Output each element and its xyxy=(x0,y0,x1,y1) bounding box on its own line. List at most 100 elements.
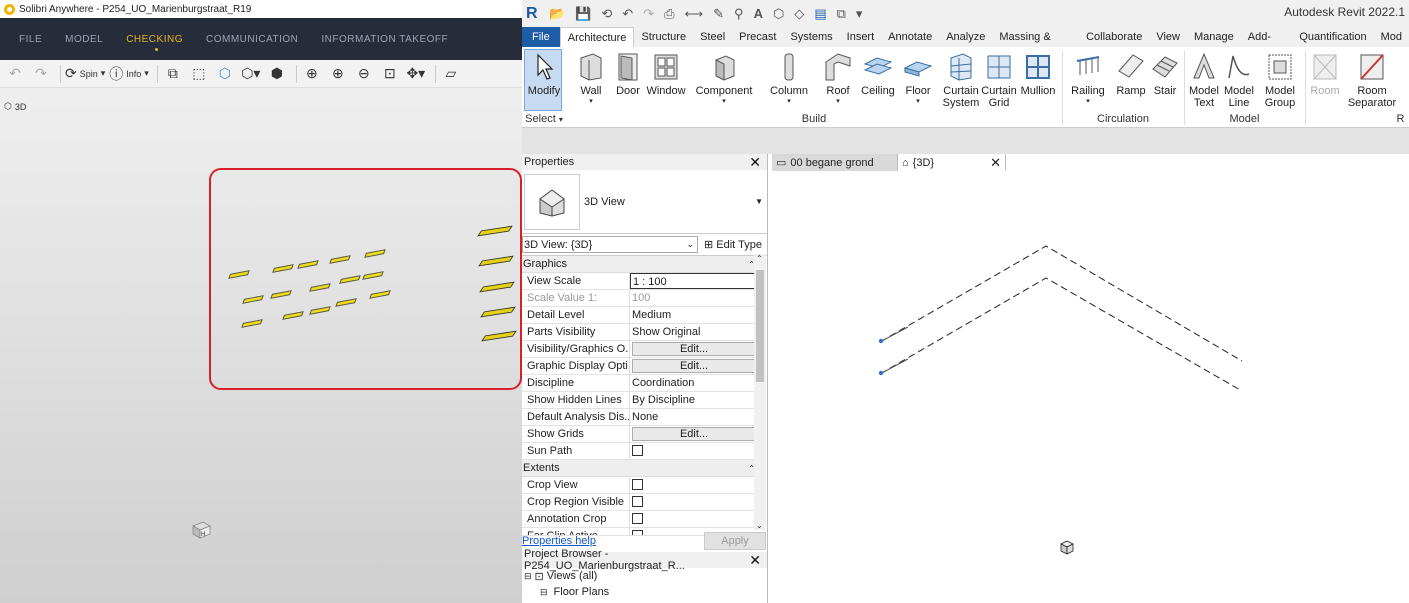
spin-button[interactable]: ⟳ Spin ▾ xyxy=(65,63,105,85)
undo-icon[interactable]: ↶ xyxy=(622,6,633,22)
isolate-icon[interactable]: ⬡ xyxy=(214,63,236,85)
menu-file[interactable]: FILE xyxy=(19,34,42,45)
tab-00-begane-grond[interactable]: ▭ 00 begane grond xyxy=(772,154,898,171)
collapse-tree-icon[interactable]: ⊟ xyxy=(540,587,548,598)
tab-massing-site[interactable]: Massing & Site xyxy=(992,27,1079,63)
parts-visibility-value[interactable]: Show Original xyxy=(630,324,758,340)
model-line-button[interactable]: Model Line xyxy=(1222,49,1256,109)
tab-precast[interactable]: Precast xyxy=(732,27,783,47)
measure-icon[interactable]: ⟷ xyxy=(685,6,704,22)
crop-view-checkbox[interactable] xyxy=(632,479,643,490)
stair-button[interactable]: Stair xyxy=(1150,49,1180,97)
crop-region-visible-checkbox[interactable] xyxy=(632,496,643,507)
view-scale-input[interactable]: 1 : 100 xyxy=(630,273,758,289)
ramp-button[interactable]: Ramp xyxy=(1114,49,1148,97)
scrollbar-thumb[interactable] xyxy=(756,270,764,382)
close-icon[interactable]: ✕ xyxy=(749,552,761,569)
column-button[interactable]: Column ▾ xyxy=(770,49,808,105)
door-button[interactable]: Door xyxy=(613,49,643,97)
mullion-button[interactable]: Mullion xyxy=(1018,49,1058,97)
vg-edit-button[interactable]: Edit... xyxy=(632,342,756,356)
model-text-button[interactable]: Model Text xyxy=(1188,49,1220,109)
zoom-all-icon[interactable]: ⊡ xyxy=(379,63,401,85)
dimension-icon[interactable]: ✎ xyxy=(713,6,724,22)
edit-type-button[interactable]: ⊞ Edit Type xyxy=(704,238,762,251)
scroll-up-icon[interactable]: ⌃ xyxy=(756,254,763,263)
railing-button[interactable]: Railing ▾ xyxy=(1068,49,1108,105)
properties-help-link[interactable]: Properties help xyxy=(522,535,596,547)
room-separator-button[interactable]: Room Separator xyxy=(1344,49,1400,109)
room-button[interactable]: Room xyxy=(1308,49,1342,97)
tab-quantification[interactable]: Quantification xyxy=(1292,27,1373,47)
tab-collaborate[interactable]: Collaborate xyxy=(1079,27,1149,47)
3d-view-icon[interactable]: ⬡ xyxy=(773,6,784,22)
hidden-lines-value[interactable]: By Discipline xyxy=(630,392,758,408)
tab-manage[interactable]: Manage xyxy=(1187,27,1241,47)
wall-button[interactable]: Wall ▾ xyxy=(574,49,608,105)
collapse-tree-icon[interactable]: ⊟ xyxy=(524,571,532,582)
redo-icon[interactable]: ↷ xyxy=(30,63,52,85)
navigation-cube-icon[interactable]: H xyxy=(191,520,211,540)
type-selector[interactable]: 3D View ▼ xyxy=(522,170,767,234)
viewcube-icon[interactable] xyxy=(1060,540,1074,555)
box-view-icon[interactable]: ⬡▾ xyxy=(240,63,262,85)
grid-plane-icon[interactable]: ▱ xyxy=(440,63,462,85)
group-select[interactable]: Select ▾ xyxy=(522,113,566,125)
analysis-display-value[interactable]: None xyxy=(630,409,758,425)
menu-information-takeoff[interactable]: INFORMATION TAKEOFF xyxy=(321,34,448,45)
sync-icon[interactable]: ⟲ xyxy=(601,6,612,22)
tab-insert[interactable]: Insert xyxy=(840,27,882,47)
category-extents[interactable]: Extents ⌃ xyxy=(522,460,758,477)
ceiling-button[interactable]: Ceiling xyxy=(860,49,896,97)
window-button[interactable]: Window xyxy=(646,49,686,97)
model-group-button[interactable]: Model Group xyxy=(1260,49,1300,109)
roof-button[interactable]: Roof ▾ xyxy=(821,49,855,105)
zoom-in-icon[interactable]: ⊕ xyxy=(327,63,349,85)
floor-button[interactable]: Floor ▾ xyxy=(902,49,934,105)
tab-steel[interactable]: Steel xyxy=(693,27,732,47)
undo-icon[interactable]: ↶ xyxy=(4,63,26,85)
modify-button[interactable]: Modify xyxy=(524,49,564,97)
menu-checking[interactable]: CHECKING xyxy=(126,34,183,51)
curtain-system-button[interactable]: Curtain System xyxy=(941,49,981,109)
zoom-out-icon[interactable]: ⊖ xyxy=(353,63,375,85)
category-graphics[interactable]: Graphics ⌃ xyxy=(522,256,758,273)
detail-level-value[interactable]: Medium xyxy=(630,307,758,323)
revit-logo-icon[interactable]: R xyxy=(526,5,540,23)
scroll-down-icon[interactable]: ⌄ xyxy=(756,521,763,530)
tab-modify-partial[interactable]: Mod xyxy=(1374,27,1409,47)
tab-add-ins[interactable]: Add-Ins xyxy=(1241,27,1293,63)
curtain-grid-button[interactable]: Curtain Grid xyxy=(980,49,1018,109)
zoom-selection-icon[interactable]: ⊕ xyxy=(301,63,323,85)
save-icon[interactable]: 💾 xyxy=(575,6,591,22)
info-button[interactable]: ⓘ Info ▾ xyxy=(109,63,149,85)
menu-communication[interactable]: COMMUNICATION xyxy=(206,34,298,45)
section-icon[interactable]: ◇ xyxy=(794,6,804,22)
tree-item-floor-plans[interactable]: ⊟ Floor Plans xyxy=(522,584,767,600)
tab-view[interactable]: View xyxy=(1149,27,1187,47)
tab-structure[interactable]: Structure xyxy=(634,27,693,47)
properties-scrollbar[interactable]: ⌃ ⌄ xyxy=(754,254,766,530)
open-icon[interactable]: 📂 xyxy=(549,6,565,22)
tab-systems[interactable]: Systems xyxy=(783,27,839,47)
pan-icon[interactable]: ✥▾ xyxy=(405,63,427,85)
discipline-value[interactable]: Coordination xyxy=(630,375,758,391)
tab-annotate[interactable]: Annotate xyxy=(881,27,939,47)
print-icon[interactable]: ⎙ xyxy=(664,6,674,22)
redo-icon[interactable]: ↷ xyxy=(643,6,654,22)
3d-view-canvas[interactable] xyxy=(770,171,1409,603)
switch-windows-icon[interactable]: ⧉ xyxy=(837,6,846,22)
tab-3d[interactable]: ⌂ {3D} ✕ xyxy=(898,154,1006,171)
text-icon[interactable]: A xyxy=(754,6,763,21)
graphic-display-edit-button[interactable]: Edit... xyxy=(632,359,756,373)
tab-architecture[interactable]: Architecture xyxy=(559,27,635,47)
annotation-crop-checkbox[interactable] xyxy=(632,513,643,524)
chevron-down-icon[interactable]: ▼ xyxy=(755,197,763,206)
hide-selected-icon[interactable]: ⬚ xyxy=(188,63,210,85)
show-grids-edit-button[interactable]: Edit... xyxy=(632,427,756,441)
tab-file[interactable]: File xyxy=(522,27,560,47)
tab-analyze[interactable]: Analyze xyxy=(939,27,992,47)
tag-icon[interactable]: ⚲ xyxy=(734,6,744,22)
component-button[interactable]: Component ▾ xyxy=(694,49,754,105)
thin-lines-icon[interactable]: ▤ xyxy=(814,6,826,22)
